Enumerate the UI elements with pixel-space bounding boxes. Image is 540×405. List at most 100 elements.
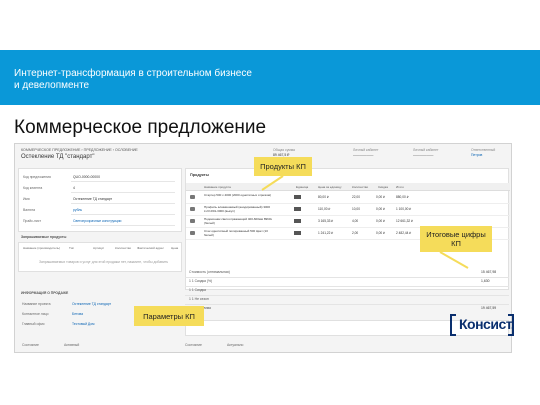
- footer-value: Актуально: [227, 343, 244, 347]
- field-divider: [71, 225, 175, 226]
- callout-products: Продукты КП: [254, 157, 312, 176]
- header-field-label: Общая сумма: [273, 148, 295, 152]
- column-header[interactable]: Количество: [352, 185, 368, 189]
- sale-info-header[interactable]: ИНФОРМАЦИЯ О ПРОДАЖЕ: [21, 291, 68, 295]
- column-header[interactable]: Скидка: [378, 185, 388, 189]
- field-row: Имя Остекление ТД стандарт: [19, 195, 183, 204]
- field-row: Код клиента 4: [19, 184, 183, 193]
- field-value[interactable]: Остекление ТД стандарт: [73, 197, 112, 201]
- total-divider: [185, 286, 509, 287]
- breadcrumb[interactable]: КОММЕРЧЕСКОЕ ПРЕДЛОЖЕНИЕ › ПРЕДЛОЖЕНИЕ ›…: [21, 148, 138, 152]
- field-row: Валюта рубль: [19, 206, 183, 215]
- field-divider: [71, 192, 175, 193]
- header-field-label: Личный кабинет: [353, 148, 379, 152]
- field-label: Контактное лицо: [22, 312, 49, 316]
- column-header[interactable]: Итого: [396, 185, 404, 189]
- total-divider: [185, 304, 509, 305]
- grand-total-value: 19 467,59: [481, 306, 497, 310]
- products-table-header: Название продукта Единица Цена за единиц…: [186, 183, 510, 191]
- quantity: 4,00: [352, 219, 359, 223]
- owner-link[interactable]: Петров: [471, 153, 482, 157]
- total-value: 1,630: [481, 279, 490, 283]
- office-link[interactable]: Тестовый Дом: [72, 322, 95, 326]
- column-header: Тип: [69, 246, 75, 250]
- discount: 0,00 ₽: [376, 219, 386, 223]
- product-name[interactable]: Профиль алюминиевый (анодированный) 3000…: [204, 205, 276, 213]
- edit-icon[interactable]: [190, 231, 195, 235]
- table-row[interactable]: Стартер 500 х 4000 (2000 однотипных отре…: [186, 192, 510, 204]
- logo-bracket-right: [508, 314, 514, 336]
- line-total: 12 661,32 ₽: [396, 219, 414, 223]
- related-products-panel: Название (производитель) Тип Артикул Кол…: [18, 242, 182, 272]
- total-label: 1 1 Скидка (%): [189, 279, 213, 283]
- callout-totals-line2: КП: [451, 239, 461, 248]
- edit-icon[interactable]: [190, 195, 195, 199]
- column-header: Фактический адрес: [137, 246, 164, 250]
- total-label: 1 1 Скидка: [189, 288, 206, 292]
- project-link[interactable]: Остекление ТД стандарт: [72, 302, 111, 306]
- header-field-label: Личный кабинет: [413, 148, 439, 152]
- total-divider: [185, 277, 509, 278]
- table-row[interactable]: Профиль алюминиевый (анодированный) 3000…: [186, 204, 510, 216]
- unit-price: 110,00 ₽: [318, 207, 331, 211]
- product-image-icon: [294, 231, 301, 235]
- discount: 0,00 ₽: [376, 195, 386, 199]
- record-title: Остекление ТД "стандарт": [21, 154, 95, 160]
- field-value[interactable]: 4: [73, 186, 75, 190]
- field-value[interactable]: QUO-0000-00000: [73, 175, 100, 179]
- callout-params: Параметры КП: [134, 306, 204, 326]
- field-label: Валюта: [23, 208, 35, 212]
- total-value: 15 467,98: [481, 270, 497, 274]
- total-label: 1 1 Не сезон: [189, 297, 209, 301]
- banner-title: Интернет-трансформация в строительном би…: [14, 68, 414, 92]
- header-field-value: ——————: [353, 153, 374, 157]
- field-divider: [71, 214, 175, 215]
- banner-title-line2: и девелопменте: [14, 80, 90, 91]
- footer-label: Состояние: [22, 343, 39, 347]
- quantity: 2,00: [352, 231, 359, 235]
- field-divider: [71, 203, 175, 204]
- unit-price: 1 241,22 ₽: [318, 231, 334, 235]
- footer-value: Активный: [64, 343, 80, 347]
- product-name[interactable]: Стартер 500 х 4000 (2000 однотипных отре…: [204, 193, 276, 198]
- related-products-header[interactable]: Запрашиваемые продукты: [21, 235, 66, 239]
- logo-bracket-left: [450, 314, 456, 336]
- product-image-icon: [294, 207, 301, 211]
- field-label: Прайс-лист: [23, 219, 42, 223]
- callout-totals: Итоговые цифры КП: [420, 226, 492, 252]
- contact-link[interactable]: Бетова: [72, 312, 83, 316]
- currency-link[interactable]: рубль: [73, 208, 82, 212]
- empty-products-message[interactable]: Запрашиваемых товаров и услуг для этой п…: [39, 260, 168, 264]
- logo-text: Консист.: [459, 316, 515, 332]
- header-field-value: ——————: [413, 153, 434, 157]
- product-name[interactable]: Стек однотипный полированный 500 Цвет (1…: [204, 229, 276, 237]
- line-total: 1 100,00 ₽: [396, 207, 412, 211]
- field-label: Главный офис: [22, 322, 45, 326]
- line-total: 880,00 ₽: [396, 195, 409, 199]
- product-name[interactable]: Подоконник светоотражающий 400-600мм 896…: [204, 217, 276, 225]
- quantity: 10,00: [352, 207, 360, 211]
- edit-icon[interactable]: [190, 219, 195, 223]
- product-image-icon: [294, 195, 301, 199]
- unit-price: 3 165,33 ₽: [318, 219, 334, 223]
- field-label: Название проекта: [22, 302, 51, 306]
- konsist-logo: Консист.: [450, 314, 522, 342]
- footer-bar: Состояние Активный Состояние Актуально: [18, 341, 508, 350]
- column-header: Артикул: [93, 246, 105, 250]
- field-label: Код клиента: [23, 186, 43, 190]
- page-title: Коммерческое предложение: [14, 117, 267, 138]
- column-header[interactable]: Единица: [296, 185, 308, 189]
- column-header: Количество: [115, 246, 132, 250]
- pricelist-link[interactable]: Светопрозрачные конструкции: [73, 219, 121, 223]
- field-divider: [71, 181, 175, 182]
- totals-block: Стоимость (оптимальная) 15 467,98 1 1 Ск…: [185, 270, 509, 320]
- discount: 0,00 ₽: [376, 231, 386, 235]
- field-row: Прайс-лист Светопрозрачные конструкции: [19, 217, 183, 226]
- edit-icon[interactable]: [190, 207, 195, 211]
- column-header: Цена: [171, 246, 179, 250]
- discount: 0,00 ₽: [376, 207, 386, 211]
- column-header[interactable]: Цена за единицу: [318, 185, 342, 189]
- unit-price: 80,00 ₽: [318, 195, 329, 199]
- details-panel: Код предложения QUO-0000-00000 Код клиен…: [18, 168, 182, 232]
- column-header[interactable]: Название продукта: [204, 185, 231, 189]
